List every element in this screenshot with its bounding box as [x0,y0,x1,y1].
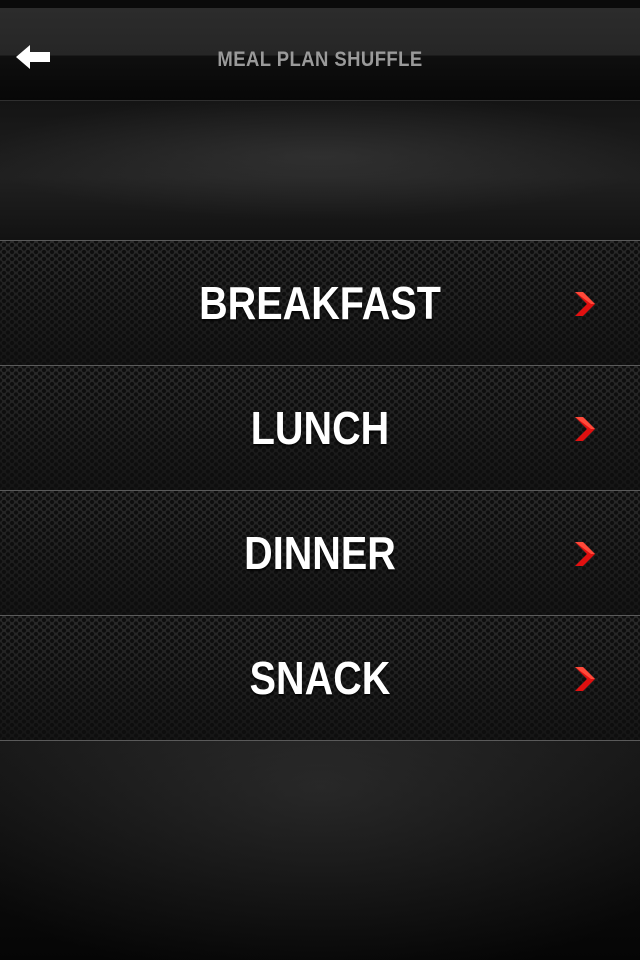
page-title: MEAL PLAN SHUFFLE [217,48,423,71]
menu-item-snack[interactable]: SNACK [0,615,640,741]
chevron-right-icon [572,414,598,444]
chevron-right-icon [572,664,598,694]
menu-item-dinner[interactable]: DINNER [0,490,640,615]
back-arrow-icon [16,45,50,69]
menu-item-label: BREAKFAST [199,277,441,329]
back-button[interactable] [14,42,62,78]
menu-item-label: LUNCH [250,402,390,454]
menu-item-breakfast[interactable]: BREAKFAST [0,240,640,365]
meal-menu-list: BREAKFAST LUNCH DINNER SNACK [0,240,640,741]
menu-item-label: DINNER [244,527,396,579]
meal-plan-screen: MEAL PLAN SHUFFLE BREAKFAST LUNCH DINNER… [0,0,640,960]
chevron-right-icon [572,289,598,319]
menu-item-lunch[interactable]: LUNCH [0,365,640,490]
menu-item-label: SNACK [249,652,391,704]
status-strip [0,0,640,8]
header-background [0,101,640,240]
navigation-bar: MEAL PLAN SHUFFLE [0,8,640,101]
chevron-right-icon [572,539,598,569]
